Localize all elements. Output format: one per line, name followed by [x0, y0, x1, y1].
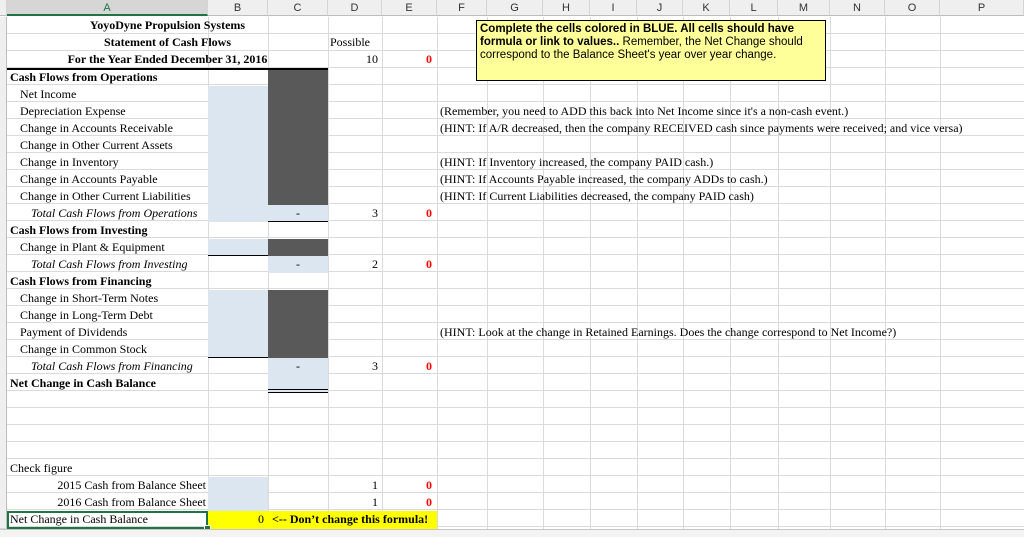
row-inv-total[interactable]: Total Cash Flows from Investing — [31, 256, 208, 273]
column-header-h[interactable]: H — [543, 0, 590, 16]
input-cells-operations[interactable] — [208, 86, 268, 222]
column-header-p[interactable]: P — [940, 0, 1024, 16]
column-header-c[interactable]: C — [268, 0, 328, 16]
row-long-term-debt[interactable]: Change in Long-Term Debt — [20, 307, 208, 324]
blocked-cell-investing — [268, 239, 328, 256]
row-accounts-payable[interactable]: Change in Accounts Payable — [20, 171, 208, 188]
column-header-k[interactable]: K — [683, 0, 730, 16]
inv-subtotal-border — [208, 255, 268, 256]
row-other-current-assets[interactable]: Change in Other Current Assets — [20, 137, 208, 154]
column-header-i[interactable]: I — [590, 0, 637, 16]
active-cell-selection[interactable] — [7, 511, 208, 529]
row-dividends[interactable]: Payment of Dividends — [20, 324, 208, 341]
row-short-term-notes[interactable]: Change in Short-Term Notes — [20, 290, 208, 307]
cash-2015-possible: 1 — [372, 478, 378, 492]
company-name: YoyoDyne Propulsion Systems — [89, 18, 246, 32]
column-header-a[interactable]: A — [7, 0, 208, 16]
inv-heading: Cash Flows from Investing — [10, 223, 148, 237]
input-cells-cash-balance[interactable] — [208, 477, 268, 511]
gridline — [7, 441, 1024, 442]
column-header-n[interactable]: N — [830, 0, 885, 16]
hint-accounts-receivable: (HINT: If A/R decreased, then the compan… — [440, 121, 963, 135]
score-total[interactable]: 0 — [382, 51, 432, 68]
fin-subtotal-border — [208, 357, 268, 358]
fin-possible: 3 — [372, 359, 378, 373]
row-common-stock[interactable]: Change in Common Stock — [20, 341, 208, 358]
inv-total-value[interactable]: - — [268, 256, 328, 273]
row-accounts-receivable[interactable]: Change in Accounts Receivable — [20, 120, 208, 137]
input-cell-plant-equipment[interactable] — [208, 239, 268, 256]
possible-total[interactable]: 10 — [328, 51, 378, 68]
row-cash-2015[interactable]: 2015 Cash from Balance Sheet — [7, 477, 206, 494]
column-header-j[interactable]: J — [637, 0, 683, 16]
select-all-corner[interactable] — [0, 0, 7, 16]
column-header-d[interactable]: D — [328, 0, 382, 16]
hint-inventory: (HINT: If Inventory increased, the compa… — [440, 155, 714, 169]
ops-total-value[interactable]: - — [268, 205, 328, 222]
column-header-l[interactable]: L — [730, 0, 778, 16]
column-header-o[interactable]: O — [885, 0, 940, 16]
hint-depreciation: (Remember, you need to ADD this back int… — [440, 104, 849, 118]
blocked-cells-operations — [268, 69, 328, 222]
blocked-cells-financing — [268, 290, 328, 358]
input-cells-financing[interactable] — [208, 290, 268, 358]
column-header-m[interactable]: M — [778, 0, 830, 16]
dont-change-warning: <-- Don’t change this formula! — [272, 512, 429, 526]
statement-period: For the Year Ended December 31, 2016 — [67, 52, 268, 66]
column-header-g[interactable]: G — [487, 0, 543, 16]
hint-dividends: (HINT: Look at the change in Retained Ea… — [440, 325, 897, 339]
double-underline-bottom — [268, 392, 328, 393]
instructions-note: Complete the cells colored in BLUE. All … — [476, 20, 826, 81]
statement-title: Statement of Cash Flows — [104, 35, 231, 49]
column-header-f[interactable]: F — [437, 0, 487, 16]
row-net-change[interactable]: Net Change in Cash Balance — [10, 375, 208, 392]
gridline — [7, 407, 1024, 408]
row-depreciation[interactable]: Depreciation Expense — [20, 103, 208, 120]
possible-label: Possible — [330, 35, 371, 49]
cash-2016-score: 0 — [426, 495, 432, 509]
net-change-check-value[interactable]: 0 — [208, 511, 268, 528]
hint-other-current-liabilities: (HINT: If Current Liabilities decreased,… — [440, 189, 754, 203]
fin-total-value[interactable]: - — [268, 358, 328, 375]
hint-accounts-payable: (HINT: If Accounts Payable increased, th… — [440, 172, 768, 186]
ops-heading: Cash Flows from Operations — [10, 70, 158, 84]
column-header-b[interactable]: B — [208, 0, 268, 16]
row-fin-total[interactable]: Total Cash Flows from Financing — [31, 358, 208, 375]
double-underline-top — [268, 389, 328, 390]
row-other-current-liabilities[interactable]: Change in Other Current Liabilities — [20, 188, 208, 205]
check-figure-label: Check figure — [10, 461, 73, 475]
ops-score: 0 — [426, 206, 432, 220]
fin-score: 0 — [426, 359, 432, 373]
row-cash-2016[interactable]: 2016 Cash from Balance Sheet — [7, 494, 206, 511]
fin-heading: Cash Flows from Financing — [10, 274, 152, 288]
row-net-income[interactable]: Net Income — [20, 86, 208, 103]
ops-possible: 3 — [372, 206, 378, 220]
gridline — [7, 424, 1024, 425]
inv-score: 0 — [426, 257, 432, 271]
row-headers[interactable] — [0, 17, 7, 529]
row-inventory[interactable]: Change in Inventory — [20, 154, 208, 171]
row-plant-equipment[interactable]: Change in Plant & Equipment — [20, 239, 208, 256]
cash-2015-score: 0 — [426, 478, 432, 492]
row-ops-total[interactable]: Total Cash Flows from Operations — [31, 205, 208, 222]
cash-2016-possible: 1 — [372, 495, 378, 509]
column-header-e[interactable]: E — [382, 0, 437, 16]
gridline — [7, 458, 1024, 459]
inv-possible: 2 — [372, 257, 378, 271]
